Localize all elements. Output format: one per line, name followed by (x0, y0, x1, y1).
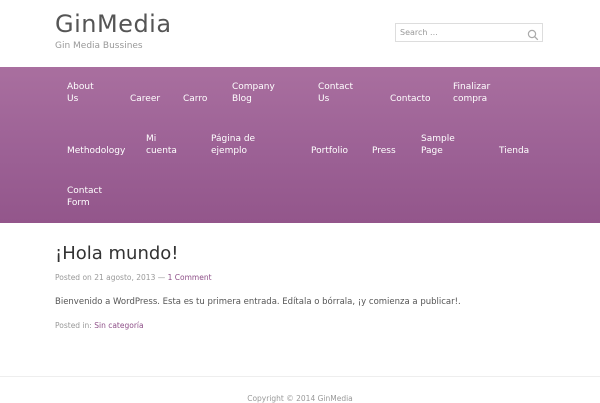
post-content: Bienvenido a WordPress. Esta es tu prime… (55, 297, 461, 307)
nav-item-about-us[interactable]: About Us (67, 81, 94, 105)
post-date[interactable]: 21 agosto, 2013 (94, 273, 155, 282)
nav-item-contacto[interactable]: Contacto (390, 93, 431, 105)
footer-copyright: Copyright © 2014 GinMedia (247, 394, 353, 403)
nav-item-carro[interactable]: Carro (183, 93, 207, 105)
post-categories: Posted in: Sin categoría (55, 321, 144, 330)
nav-item-methodology[interactable]: Methodology (67, 145, 125, 157)
post-meta: Posted on 21 agosto, 2013 — 1 Comment (55, 273, 212, 282)
search-form (395, 23, 543, 42)
nav-item-sample-page[interactable]: Sample Page (421, 133, 455, 157)
category-link[interactable]: Sin categoría (94, 321, 143, 330)
comments-link[interactable]: 1 Comment (168, 273, 212, 282)
meta-separator: — (157, 273, 166, 282)
nav-item-company-blog[interactable]: Company Blog (232, 81, 275, 105)
nav-item-mi-cuenta[interactable]: Mi cuenta (146, 133, 177, 157)
main-navigation: About Us Career Carro Company Blog Conta… (0, 67, 600, 223)
search-input[interactable] (396, 24, 526, 41)
nav-item-career[interactable]: Career (130, 93, 160, 105)
nav-item-press[interactable]: Press (372, 145, 396, 157)
site-description: Gin Media Bussines (55, 41, 143, 51)
footer-divider (0, 376, 600, 377)
nav-item-pagina-de-ejemplo[interactable]: Página de ejemplo (211, 133, 255, 157)
nav-item-portfolio[interactable]: Portfolio (311, 145, 348, 157)
nav-item-contact-us[interactable]: Contact Us (318, 81, 353, 105)
nav-item-contact-form[interactable]: Contact Form (67, 185, 102, 209)
search-icon[interactable] (527, 26, 539, 41)
post-title[interactable]: ¡Hola mundo! (55, 243, 179, 264)
posted-in-label: Posted in: (55, 321, 92, 330)
nav-item-finalizar-compra[interactable]: Finalizar compra (453, 81, 490, 105)
posted-on-label: Posted on (55, 273, 92, 282)
site-header: GinMedia Gin Media Bussines (0, 0, 600, 67)
site-title[interactable]: GinMedia (55, 10, 172, 38)
nav-item-tienda[interactable]: Tienda (499, 145, 529, 157)
